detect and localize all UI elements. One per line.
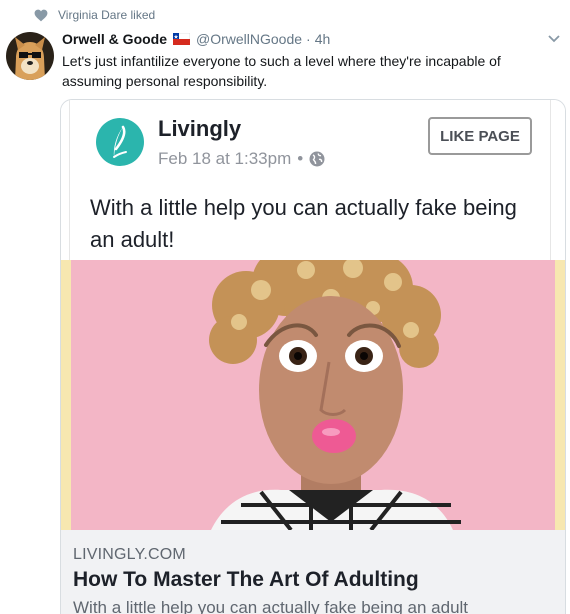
tweet-text: Let's just infantilize everyone to such … [62, 53, 501, 89]
tweet-timestamp[interactable]: 4h [315, 31, 331, 47]
livingly-logo-icon[interactable] [96, 118, 144, 166]
post-date[interactable]: Feb 18 at 1:33pm [158, 149, 291, 169]
activity-header: Virginia Dare liked [34, 6, 155, 24]
post-meta: Feb 18 at 1:33pm • [158, 149, 325, 169]
heart-icon [34, 9, 48, 21]
globe-icon [309, 151, 325, 167]
post-photo[interactable] [61, 260, 565, 530]
like-page-button[interactable]: LIKE PAGE [428, 117, 532, 155]
separator-dot: · [306, 31, 311, 47]
chevron-down-icon[interactable] [546, 30, 562, 46]
link-title[interactable]: How To Master The Art Of Adulting [73, 568, 419, 592]
link-domain: LIVINGLY.COM [73, 546, 186, 563]
display-name[interactable]: Orwell & Goode [62, 31, 167, 47]
post-text: With a little help you can actually fake… [90, 195, 517, 252]
link-preview[interactable]: LIVINGLY.COM How To Master The Art Of Ad… [61, 530, 565, 614]
embedded-image-card[interactable]: Livingly Feb 18 at 1:33pm • LIKE PAGE Wi… [60, 99, 566, 614]
meta-separator: • [297, 149, 304, 168]
avatar[interactable] [6, 32, 54, 80]
tweet-header: Orwell & Goode @OrwellNGoode · 4h [62, 31, 330, 47]
facebook-post-header: Livingly Feb 18 at 1:33pm • LIKE PAGE Wi… [61, 100, 565, 260]
link-description: With a little help you can actually fake… [73, 598, 469, 614]
chile-flag-icon [173, 33, 191, 45]
user-handle[interactable]: @OrwellNGoode [196, 31, 302, 47]
liked-by-text[interactable]: Virginia Dare liked [58, 8, 155, 22]
page-name[interactable]: Livingly [158, 116, 241, 142]
